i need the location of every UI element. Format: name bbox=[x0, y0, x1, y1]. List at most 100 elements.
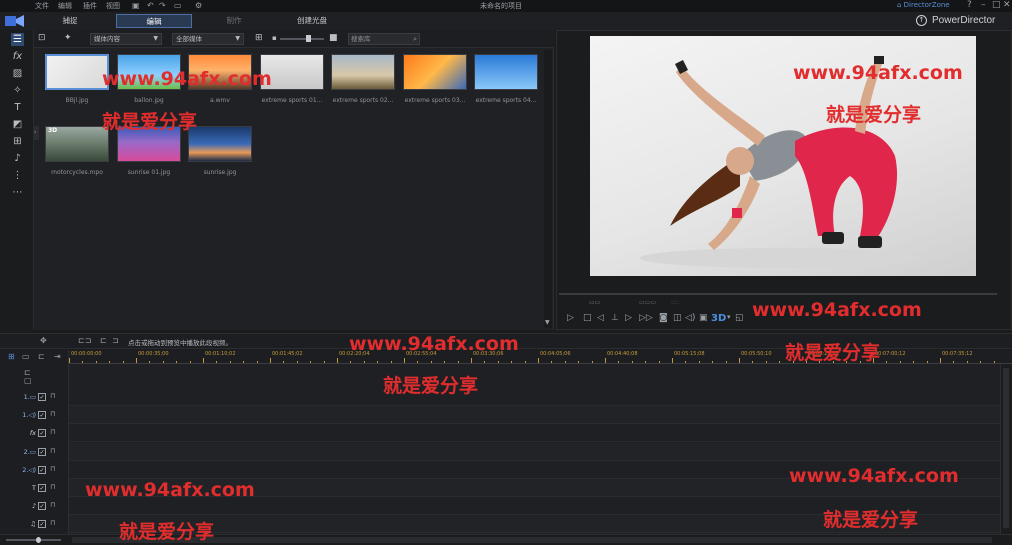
undo-icon[interactable]: ↶ bbox=[147, 1, 154, 10]
menu-view[interactable]: 视图 bbox=[106, 1, 120, 11]
media-thumbnail[interactable] bbox=[331, 54, 395, 90]
media-item[interactable]: sunrise.jpg bbox=[188, 126, 252, 176]
aspect-ratio-icon[interactable]: ▭ bbox=[174, 1, 182, 10]
menu-edit[interactable]: 编辑 bbox=[58, 1, 72, 11]
timeline-zoom-handle[interactable] bbox=[36, 537, 41, 543]
menu-file[interactable]: 文件 bbox=[35, 1, 49, 11]
redo-icon[interactable]: ↷ bbox=[159, 1, 166, 10]
tab-create-disc[interactable]: 创建光盘 bbox=[274, 14, 350, 28]
stop-icon[interactable]: □ bbox=[583, 313, 592, 323]
media-item[interactable]: BBjl.jpg bbox=[45, 54, 109, 104]
particle-room-icon[interactable]: ✧ bbox=[11, 84, 24, 97]
restore-button[interactable]: □ bbox=[992, 0, 1001, 10]
close-button[interactable]: ✕ bbox=[1003, 0, 1011, 10]
mark-in-icon[interactable]: ⊥ bbox=[611, 313, 619, 323]
tab-capture[interactable]: 捕捉 bbox=[32, 14, 108, 28]
zoom-timeline-icon[interactable]: ⇥ bbox=[54, 352, 61, 361]
media-thumbnail[interactable]: 3D bbox=[45, 126, 109, 162]
movie-mode-label[interactable]: ▭▭▭ bbox=[639, 299, 656, 306]
track-row[interactable] bbox=[69, 424, 1000, 443]
track-row[interactable] bbox=[69, 442, 1000, 461]
library-search-input[interactable]: 搜索库 ⌕ bbox=[348, 33, 420, 45]
plugin-icon[interactable]: ✦ bbox=[64, 33, 72, 43]
timeline-vertical-scrollbar[interactable] bbox=[1000, 364, 1012, 534]
zoom-out-icon[interactable]: ▪ bbox=[272, 34, 277, 42]
voiceover-icon[interactable]: ♪ bbox=[11, 152, 24, 165]
tab-edit[interactable]: 编辑 bbox=[116, 14, 192, 28]
audio-mixing-icon[interactable]: ⊞ bbox=[11, 135, 24, 148]
volume-icon[interactable]: ◁) bbox=[685, 313, 695, 323]
timeline-vscroll-thumb[interactable] bbox=[1003, 368, 1009, 528]
track-enable-checkbox[interactable]: ✓ bbox=[38, 502, 46, 511]
fit-timeline-icon[interactable]: ⊏ bbox=[38, 352, 45, 361]
master-check-icon[interactable]: ▢ bbox=[24, 376, 32, 385]
media-item[interactable]: extreme sports 02... bbox=[331, 54, 395, 104]
play-icon[interactable]: ▷ bbox=[567, 313, 574, 323]
next-frame-icon[interactable]: ▷ bbox=[625, 313, 632, 323]
upgrade-icon[interactable]: ↑ bbox=[916, 15, 927, 26]
library-filter-select[interactable]: 媒体内容 ▼ bbox=[90, 33, 162, 45]
lock-icon[interactable]: ⊓ bbox=[50, 447, 55, 455]
undock-icon[interactable]: ◫ bbox=[673, 313, 682, 323]
chevron-down-icon[interactable]: ▾ bbox=[727, 313, 731, 321]
track-row[interactable] bbox=[69, 406, 1000, 425]
menu-plugins[interactable]: 插件 bbox=[83, 1, 97, 11]
preview-seek-bar[interactable] bbox=[559, 293, 997, 295]
media-thumbnail[interactable] bbox=[188, 126, 252, 162]
media-room-icon[interactable]: ☰ bbox=[11, 33, 24, 46]
track-row[interactable] bbox=[69, 388, 1000, 406]
3d-mode-button[interactable]: 3D bbox=[711, 313, 726, 324]
directorzone-link[interactable]: ⌂ DirectorZone bbox=[897, 1, 950, 9]
save-icon[interactable]: ▣ bbox=[132, 1, 140, 10]
display-settings-icon[interactable]: ◱ bbox=[735, 313, 744, 323]
edit-tools-icon[interactable]: ⊏⊐ bbox=[78, 336, 91, 345]
snapshot-icon[interactable]: ◙ bbox=[659, 313, 668, 323]
library-scrollbar[interactable] bbox=[544, 50, 552, 328]
media-thumbnail[interactable] bbox=[474, 54, 538, 90]
timeline-zoom-slider[interactable] bbox=[6, 539, 61, 541]
track-enable-checkbox[interactable]: ✓ bbox=[38, 484, 46, 492]
media-thumbnail[interactable] bbox=[45, 54, 109, 90]
track-enable-checkbox[interactable]: ✓ bbox=[38, 411, 46, 420]
fullscreen-icon[interactable]: ▣ bbox=[699, 313, 708, 323]
fix-enhance-icon[interactable]: ⊏ bbox=[100, 336, 107, 345]
lock-icon[interactable]: ⊓ bbox=[50, 483, 55, 491]
transition-room-icon[interactable]: ◩ bbox=[11, 118, 24, 131]
lock-icon[interactable]: ⊓ bbox=[50, 465, 55, 473]
help-button[interactable]: ? bbox=[967, 0, 972, 10]
pip-objects-icon[interactable]: ▨ bbox=[11, 67, 24, 80]
import-media-icon[interactable]: ⊡ bbox=[38, 33, 46, 43]
track-enable-checkbox[interactable]: ✓ bbox=[38, 393, 46, 401]
lock-icon[interactable]: ⊓ bbox=[50, 410, 55, 418]
storyboard-view-icon[interactable]: ▭ bbox=[22, 352, 30, 361]
previous-frame-icon[interactable]: ◁ bbox=[597, 313, 604, 323]
thumbnail-size-handle[interactable] bbox=[306, 35, 311, 42]
thumbnail-size-slider[interactable] bbox=[280, 38, 324, 40]
minimize-button[interactable]: – bbox=[981, 0, 986, 10]
track-enable-checkbox[interactable]: ✓ bbox=[38, 429, 46, 438]
chapter-room-icon[interactable]: ⋮ bbox=[11, 169, 24, 182]
media-item[interactable]: 3D motorcycles.mpo bbox=[45, 126, 109, 176]
title-room-icon[interactable]: T bbox=[11, 101, 24, 114]
clip-mode-label[interactable]: ▭▭ bbox=[589, 299, 600, 306]
lock-icon[interactable]: ⊓ bbox=[50, 428, 55, 436]
track-enable-checkbox[interactable]: ✓ bbox=[38, 465, 46, 474]
lock-icon[interactable]: ⊓ bbox=[50, 519, 55, 527]
subtitle-room-icon[interactable]: ⋯ bbox=[11, 186, 24, 199]
settings-gear-icon[interactable]: ⚙ bbox=[195, 1, 202, 10]
scroll-down-icon[interactable]: ▼ bbox=[545, 319, 550, 326]
track-enable-checkbox[interactable]: ✓ bbox=[38, 520, 46, 529]
lock-icon[interactable]: ⊓ bbox=[50, 501, 55, 509]
grid-view-icon[interactable]: ⊞ bbox=[255, 33, 263, 43]
effect-room-icon[interactable]: fx bbox=[11, 50, 24, 63]
timeline-view-icon[interactable]: ⊞ bbox=[8, 352, 15, 361]
media-item[interactable]: extreme sports 04... bbox=[474, 54, 538, 104]
media-thumbnail[interactable] bbox=[403, 54, 467, 90]
track-enable-checkbox[interactable]: ✓ bbox=[38, 447, 46, 456]
track-manager-icon[interactable]: ✥ bbox=[40, 336, 47, 345]
zoom-in-icon[interactable]: ■ bbox=[329, 33, 338, 43]
library-sort-select[interactable]: 全部媒体 ▼ bbox=[172, 33, 244, 45]
library-expand-toggle[interactable]: › bbox=[34, 126, 39, 140]
tab-produce[interactable]: 制作 bbox=[196, 14, 272, 28]
fast-forward-icon[interactable]: ▷▷ bbox=[639, 313, 653, 323]
